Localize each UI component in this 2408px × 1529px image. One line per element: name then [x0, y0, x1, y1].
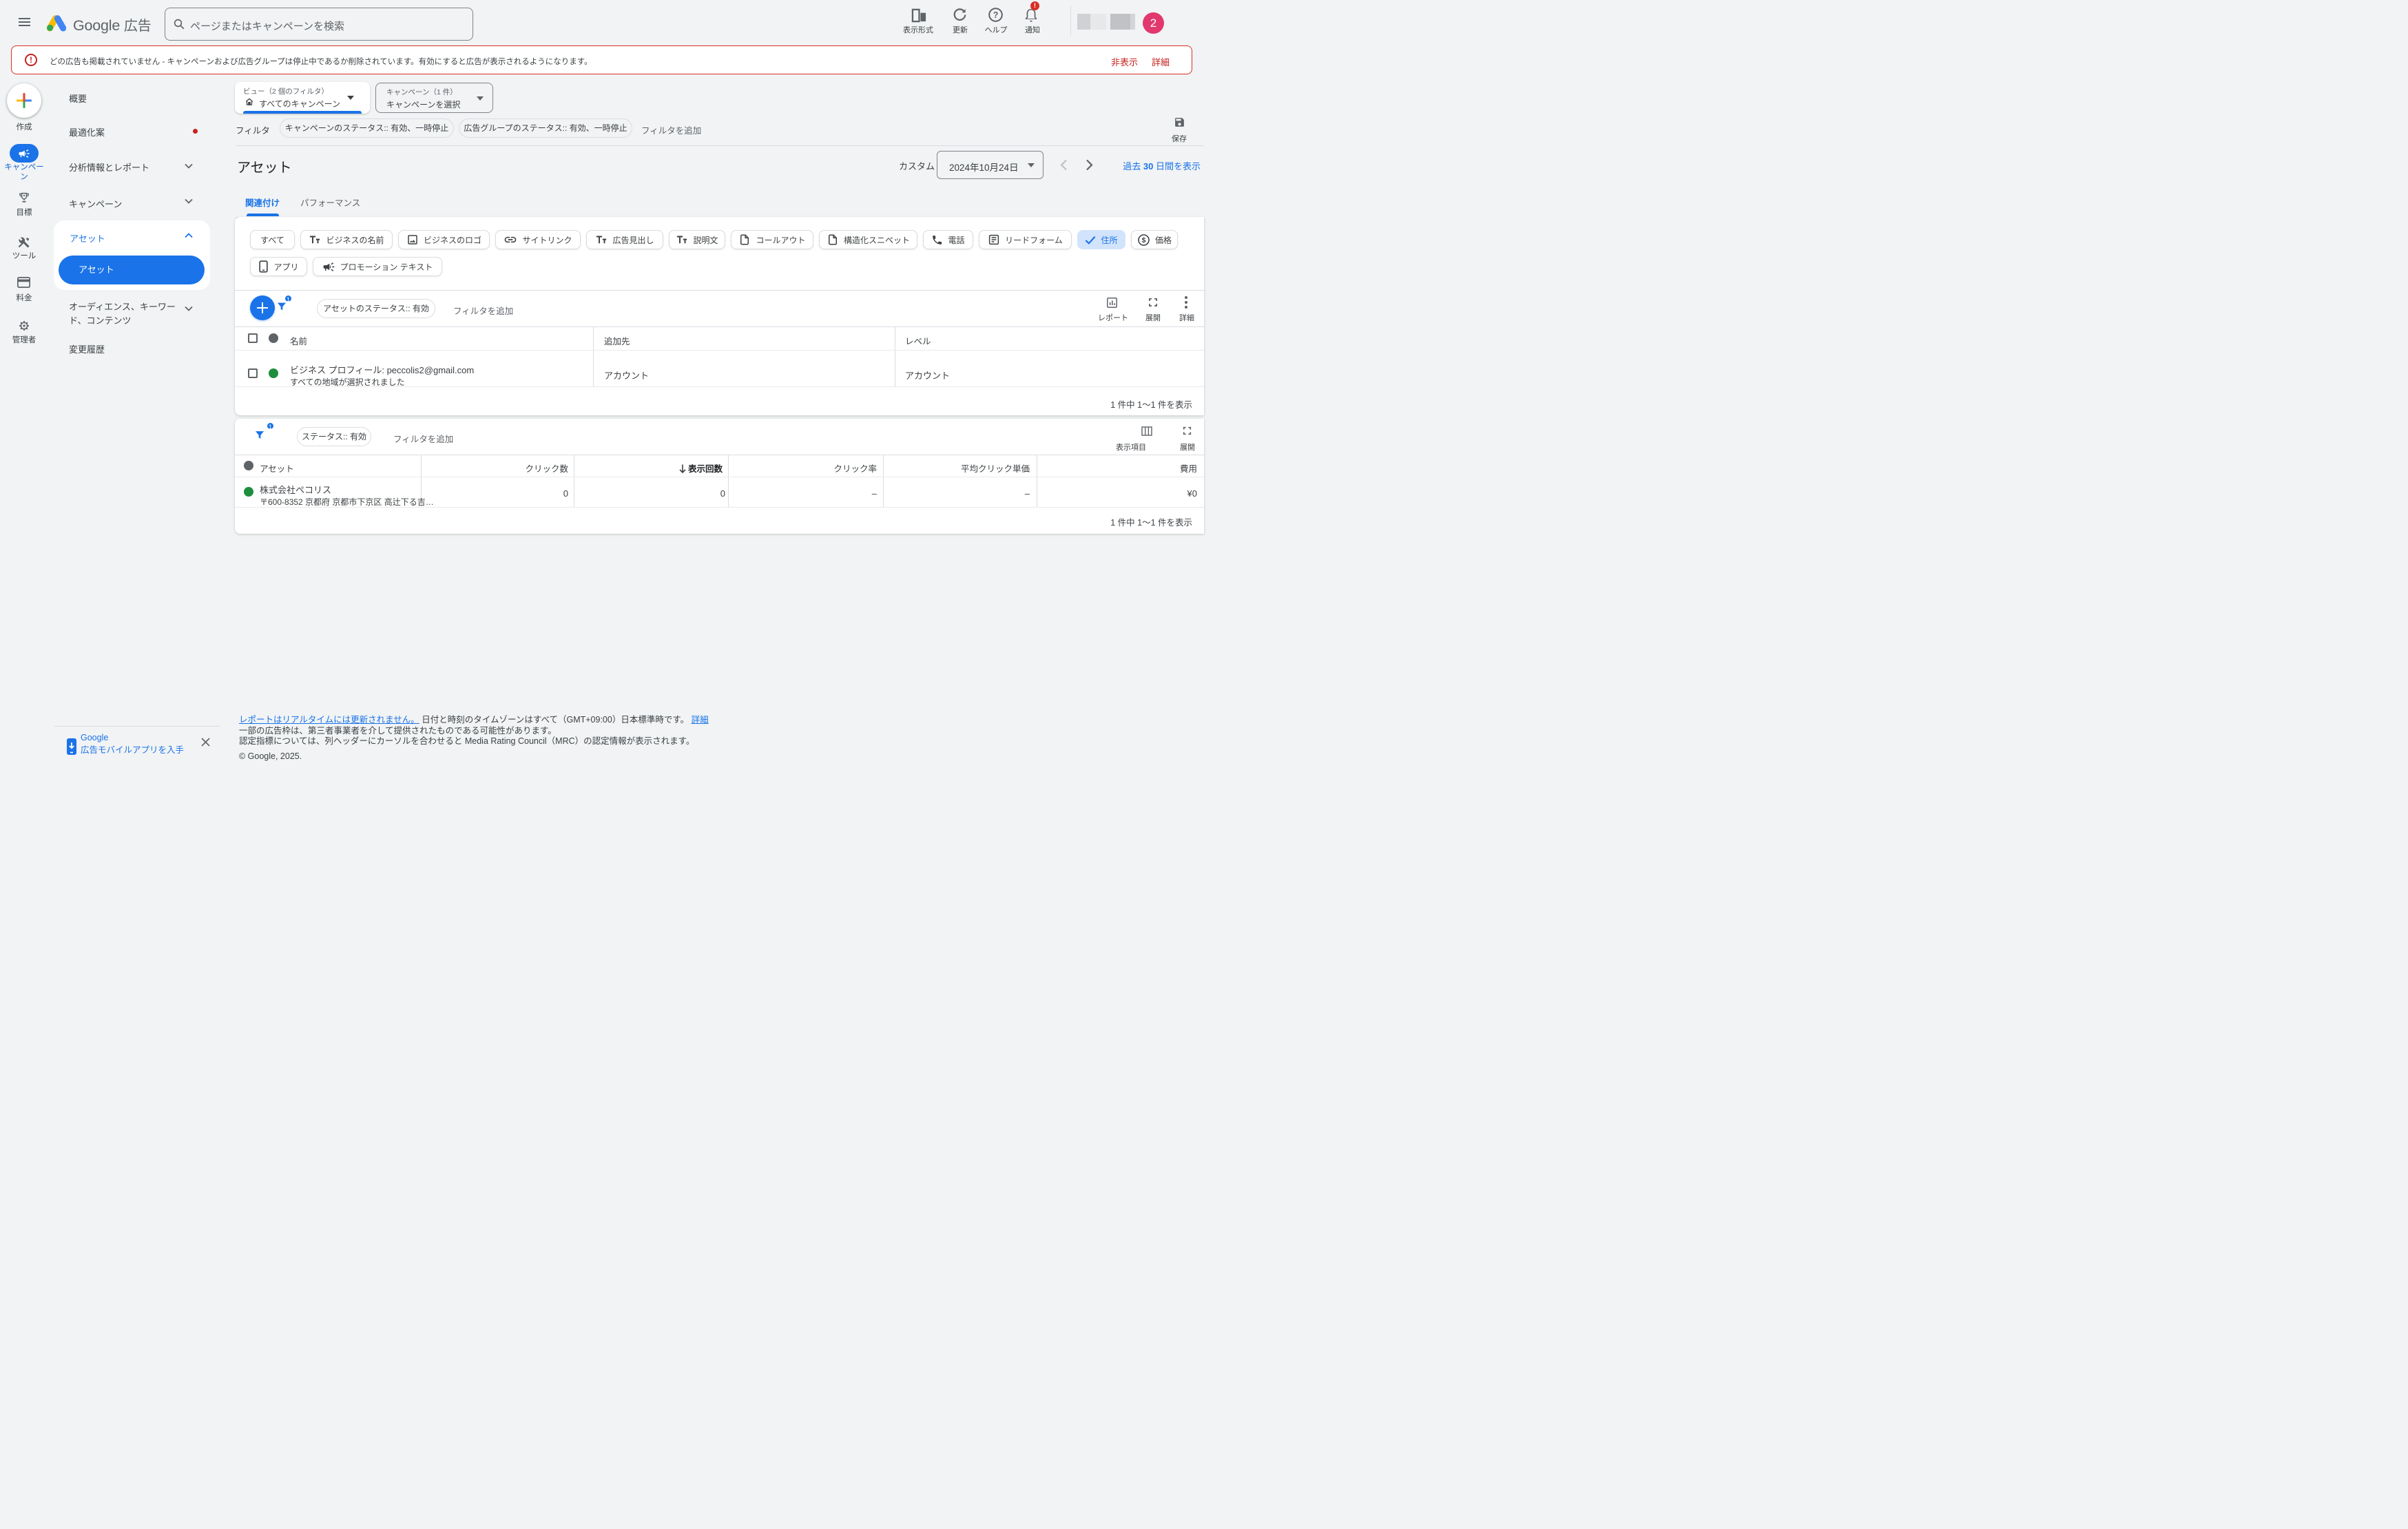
svg-text:?: ?	[993, 10, 999, 20]
svg-text:$: $	[1142, 237, 1146, 245]
